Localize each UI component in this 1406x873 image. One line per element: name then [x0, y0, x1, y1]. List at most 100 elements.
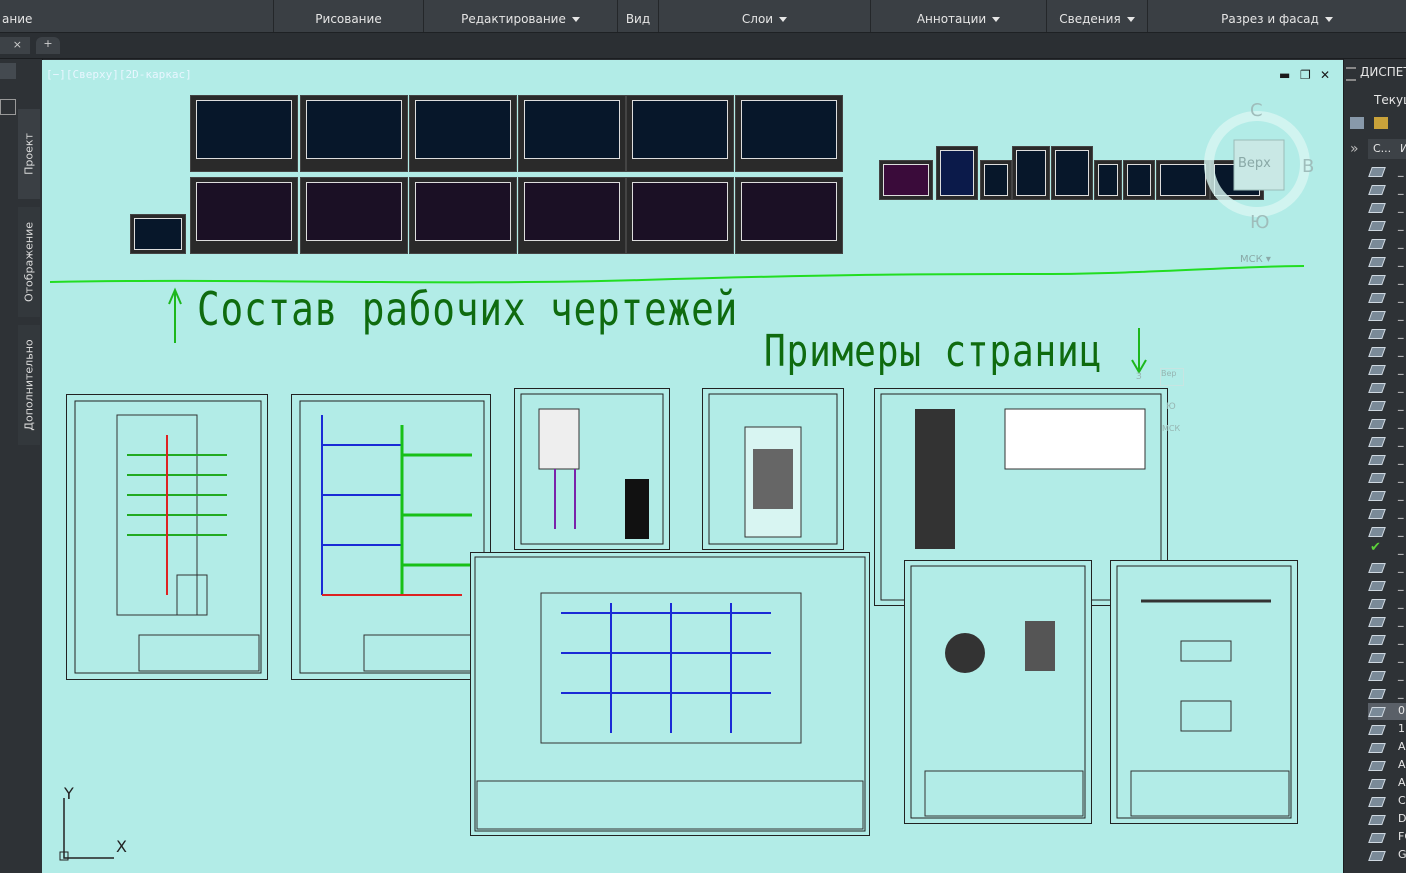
layer-row[interactable]: ✔ _ — [1368, 540, 1406, 558]
wcs-menu[interactable]: МСК ▾ — [1240, 254, 1271, 265]
sheet-wiring-diagram-2[interactable] — [291, 394, 491, 680]
layer-name: _ — [1398, 434, 1404, 447]
layer-row[interactable]: _ — [1368, 361, 1406, 378]
ribbon-panel-annotation[interactable]: ание — [0, 0, 274, 32]
layer-name: _ — [1398, 308, 1404, 321]
ribbon-panel-view[interactable]: Вид — [618, 0, 659, 32]
ribbon-panel-annotations[interactable]: Аннотации — [871, 0, 1047, 32]
tab-additional[interactable]: Дополнительно — [18, 325, 40, 445]
ribbon-panel-draw[interactable]: Рисование — [274, 0, 424, 32]
layer-row[interactable]: De — [1368, 811, 1406, 828]
layer-name: Ce — [1398, 794, 1406, 807]
layer-row[interactable]: Ce — [1368, 793, 1406, 810]
layer-status-icon — [1368, 365, 1386, 375]
layer-row[interactable]: _ — [1368, 253, 1406, 270]
layer-row[interactable]: _ — [1368, 199, 1406, 216]
layer-row[interactable]: _ — [1368, 379, 1406, 396]
tab-project[interactable]: Проект — [18, 109, 40, 199]
palette-grip-icon[interactable] — [1346, 67, 1356, 81]
layer-row[interactable]: 1D — [1368, 721, 1406, 738]
viewcube-secondary[interactable]: З Вер Ю МСК — [1136, 368, 1184, 438]
sheet-drawing — [74, 400, 262, 674]
layer-row[interactable]: AI — [1368, 739, 1406, 756]
ribbon-panel-layers[interactable]: Слои — [659, 0, 871, 32]
layer-row[interactable]: Ar — [1368, 757, 1406, 774]
layer-name: _ — [1398, 236, 1404, 249]
palette-properties-icon[interactable] — [0, 99, 16, 115]
layer-row[interactable]: _ — [1368, 289, 1406, 306]
viewcube-north[interactable]: С — [1250, 100, 1263, 121]
layer-row[interactable]: _ — [1368, 325, 1406, 342]
drawing-tab[interactable]: × — [0, 37, 30, 54]
drawing-canvas[interactable]: [−][Сверху][2D-каркас] ▬ ❐ ✕ Состав рабо… — [42, 60, 1343, 873]
file-tab-bar: × + — [0, 33, 1406, 59]
layer-row[interactable]: _ — [1368, 163, 1406, 180]
layer-row[interactable]: A — [1368, 775, 1406, 792]
viewcube-top-face[interactable]: Верх — [1238, 156, 1271, 171]
layer-row[interactable]: _ — [1368, 415, 1406, 432]
palette-options-icon[interactable] — [0, 63, 16, 79]
new-tab-button[interactable]: + — [36, 37, 60, 54]
layer-row[interactable]: _ — [1368, 307, 1406, 324]
sheet-drawing — [474, 556, 866, 832]
viewcube-east[interactable]: В — [1302, 156, 1314, 177]
chevron-down-icon — [1324, 17, 1333, 22]
layer-row[interactable]: _ — [1368, 523, 1406, 540]
column-status[interactable]: С... — [1373, 142, 1391, 155]
layer-row[interactable]: _ — [1368, 631, 1406, 648]
viewcube[interactable]: С В Ю Верх МСК ▾ — [1202, 100, 1314, 270]
layer-row[interactable]: _ — [1368, 235, 1406, 252]
layer-row[interactable]: Gr — [1368, 847, 1406, 864]
layer-row[interactable]: _ — [1368, 667, 1406, 684]
layer-row[interactable]: 0 — [1368, 703, 1406, 720]
layer-status-icon — [1368, 347, 1386, 357]
new-layer-icon[interactable] — [1350, 117, 1364, 129]
layer-row[interactable]: _ — [1368, 271, 1406, 288]
layer-row[interactable]: _ — [1368, 451, 1406, 468]
layer-status-icon — [1368, 689, 1386, 699]
layer-row[interactable]: _ — [1368, 487, 1406, 504]
layer-row[interactable]: _ — [1368, 217, 1406, 234]
layer-row[interactable]: FC — [1368, 829, 1406, 846]
ribbon-panel-details[interactable]: Сведения — [1047, 0, 1148, 32]
layer-name: _ — [1398, 380, 1404, 393]
close-icon[interactable]: × — [13, 38, 22, 51]
layer-row[interactable]: _ — [1368, 433, 1406, 450]
chevron-down-icon — [992, 17, 1001, 22]
sheet-floor-plan[interactable] — [470, 552, 870, 836]
layer-row[interactable]: _ — [1368, 397, 1406, 414]
sheet-drawing — [520, 393, 664, 545]
layer-name: _ — [1398, 632, 1404, 645]
layer-row[interactable]: _ — [1368, 469, 1406, 486]
layer-row[interactable]: _ — [1368, 505, 1406, 522]
down-arrow-icon — [1131, 328, 1147, 374]
viewcube-south[interactable]: Ю — [1250, 212, 1269, 233]
layer-row[interactable]: _ — [1368, 595, 1406, 612]
column-name[interactable]: И — [1400, 142, 1406, 155]
sheet-wiring-diagram-1[interactable] — [66, 394, 268, 680]
sheet-detector-details-1[interactable] — [904, 560, 1092, 824]
ribbon-panel-modify[interactable]: Редактирование — [424, 0, 618, 32]
layer-row[interactable]: _ — [1368, 649, 1406, 666]
panel-label: Сведения — [1047, 12, 1147, 26]
panel-label: Разрез и фасад — [1148, 12, 1406, 26]
panel-label: Аннотации — [871, 12, 1046, 26]
layer-row[interactable]: _ — [1368, 685, 1406, 702]
layer-status-icon — [1368, 185, 1386, 195]
expand-icon[interactable]: » — [1350, 141, 1359, 157]
sheet-detector-details-2[interactable] — [1110, 560, 1298, 824]
ribbon-panel-section-elevation[interactable]: Разрез и фасад — [1148, 0, 1406, 32]
layer-name: AI — [1398, 740, 1406, 753]
sheet-drawing — [910, 565, 1086, 819]
layer-states-icon[interactable] — [1374, 117, 1388, 129]
layer-row[interactable]: _ — [1368, 613, 1406, 630]
sheet-control-panel[interactable] — [702, 388, 844, 550]
layer-status-icon — [1368, 671, 1386, 681]
tab-display[interactable]: Отображение — [18, 207, 40, 317]
layer-row[interactable]: _ — [1368, 181, 1406, 198]
layer-row[interactable]: _ — [1368, 577, 1406, 594]
sheet-detector-diagram[interactable] — [514, 388, 670, 550]
layer-row[interactable]: _ — [1368, 343, 1406, 360]
layer-row[interactable]: _ — [1368, 559, 1406, 576]
layer-name: _ — [1398, 560, 1404, 573]
